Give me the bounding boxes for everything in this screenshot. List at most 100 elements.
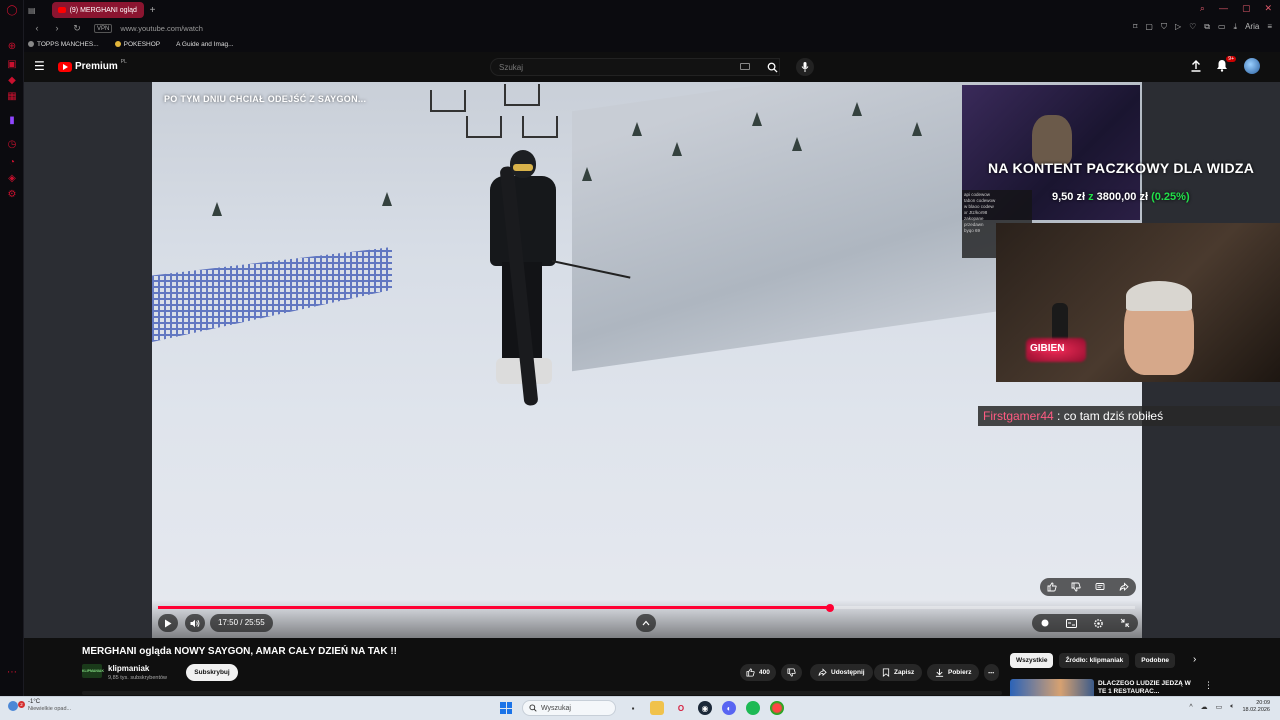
recommendation-menu-icon[interactable]: ⋮ [1204,680,1213,691]
search-tabs-icon[interactable]: ⌕ [1200,3,1205,14]
channel-name[interactable]: klipmaniak [108,664,149,673]
dislike-button[interactable] [781,664,802,681]
taskbar-search[interactable]: Wyszukaj [522,700,616,716]
heart-icon[interactable]: ♡ [1189,22,1196,32]
spotify-icon[interactable] [746,701,760,715]
pin-icon[interactable]: ⌑ [1133,22,1137,32]
wallet-icon[interactable]: ▭ [1218,22,1226,32]
vpn-badge[interactable]: VPN [94,23,113,33]
url-field[interactable]: www.youtube.com/watch [120,24,203,33]
chip-all[interactable]: Wszystkie [1010,653,1054,668]
sidebar-settings-icon[interactable]: ⚙ [6,188,18,200]
tray-cloud-icon[interactable]: ☁ [1201,703,1208,711]
account-avatar[interactable] [1244,58,1260,74]
file-explorer-icon[interactable] [650,701,664,715]
bookmark-icon [882,668,890,677]
tray-chevron-icon[interactable]: ^ [1189,704,1192,711]
search-button[interactable] [760,58,784,76]
chrome-icon[interactable] [770,701,784,715]
keyboard-icon[interactable] [740,63,750,70]
discord-icon[interactable]: ◐ [722,701,736,715]
easy-setup-icon[interactable]: ≡ [1267,22,1272,32]
opera-logo-icon[interactable]: ◯ [6,4,18,16]
sidebar-history-icon[interactable]: ◷ [6,138,18,150]
description-preview[interactable] [82,691,1002,695]
notifications-button[interactable]: 9+ [1216,56,1236,73]
sidebar-more-icon[interactable]: ⋯ [6,666,18,678]
steam-icon[interactable]: ◉ [698,701,712,715]
reload-icon[interactable]: ↻ [70,23,84,34]
donation-goal: 3800,00 zł [1096,191,1149,203]
youtube-logo[interactable]: Premium PL [58,59,127,72]
chip-related[interactable]: Podobne [1135,653,1176,668]
sidebar-shopping-icon[interactable]: ▣ [6,58,18,70]
expand-chapters-button[interactable] [636,614,656,632]
recommendation-title[interactable]: DLACZEGO LUDZIE JEDZĄ W TE 1 RESTAURAC..… [1098,680,1192,696]
extensions-icon[interactable]: ⧉ [1204,22,1210,32]
windows-start-icon[interactable] [500,702,512,714]
aria-ai-button[interactable]: Aria [1245,22,1259,32]
progress-fill [158,606,831,609]
shield-icon[interactable]: ⛉ [1161,22,1167,32]
like-overlay-icon[interactable] [1047,582,1057,592]
share-button[interactable]: Udostępnij [810,664,873,681]
subtitles-icon[interactable] [1066,618,1077,628]
clock-date: 18.02.2026 [1242,707,1270,713]
channel-avatar[interactable]: KLIPMANIAK [82,664,104,678]
volume-icon [190,619,200,627]
like-button[interactable]: 400 [740,664,776,681]
sidebar-twitch-icon[interactable]: ▮ [6,114,18,126]
dislike-overlay-icon[interactable] [1071,582,1081,592]
upload-icon[interactable] [1190,60,1202,72]
play-button[interactable] [158,614,178,632]
tray-network-icon[interactable]: ▭ [1216,703,1223,711]
settings-gear-icon[interactable] [1093,618,1104,629]
taskbar-search-icon [529,704,537,712]
opera-taskbar-icon[interactable]: O [674,701,688,715]
player-icon[interactable]: ▷ [1175,22,1181,32]
header-actions: 9+ [1190,56,1260,74]
snapshot-icon[interactable]: ▢ [1145,22,1153,32]
tab-menu-icon[interactable]: ▤ [28,6,36,15]
more-actions-button[interactable]: ⋯ [984,664,999,681]
weather-widget[interactable]: 2 -1°C Niewielkie opad... [8,699,71,713]
share-overlay-icon[interactable] [1119,582,1129,592]
tray-volume-icon[interactable]: 🔈︎ [1230,703,1234,711]
subscribe-button[interactable]: Subskrybuj [186,664,238,681]
sidebar-clock-icon[interactable]: ◔ [6,156,18,168]
progress-bar[interactable] [158,603,1135,612]
tab-youtube[interactable]: (9) MERGHANI ogląd [51,2,144,18]
task-view-icon[interactable]: ▪ [626,701,640,715]
comments-overlay-icon[interactable] [1095,582,1105,592]
new-tab-icon[interactable]: + [150,5,156,16]
autoplay-toggle-icon[interactable] [1040,618,1050,628]
save-button[interactable]: Zapisz [874,664,923,681]
maximize-icon[interactable]: ▢ [1242,3,1251,14]
sidebar-maps-icon[interactable]: ⊕ [6,40,18,52]
volume-button[interactable] [185,614,205,632]
play-icon [165,619,172,627]
webcam-main: GIBIEN [996,223,1280,382]
taskbar-clock[interactable]: 20:09 18.02.2026 [1242,700,1270,714]
exit-fullscreen-icon[interactable] [1120,618,1130,628]
hamburger-menu-icon[interactable]: ☰ [34,60,46,72]
close-window-icon[interactable]: ✕ [1264,3,1272,14]
minimize-icon[interactable]: — [1219,3,1228,14]
chip-source[interactable]: Źródło: klipmaniak [1059,653,1130,668]
download-icon[interactable]: ⤓ [1234,22,1238,32]
forward-icon[interactable]: › [50,23,64,33]
search-input[interactable]: Szukaj [490,58,780,76]
chevron-right-icon[interactable]: › [1193,654,1196,665]
sidebar-music-icon[interactable]: ▦ [6,90,18,102]
recommendation-thumbnail[interactable] [1010,679,1094,696]
sidebar-bookmark-icon[interactable]: ◈ [6,172,18,184]
sidebar-messenger-icon[interactable]: ◆ [6,74,18,86]
back-icon[interactable]: ‹ [30,23,44,33]
bookmark-item[interactable]: A Guide and Imag... [176,41,233,48]
progress-scrubber[interactable] [826,603,835,612]
download-button[interactable]: Pobierz [927,664,980,681]
voice-search-button[interactable] [796,58,814,76]
bookmark-favicon-icon [28,41,34,47]
bookmark-item[interactable]: TOPPS MANCHES... [28,41,99,48]
bookmark-item[interactable]: POKESHOP [114,41,160,48]
